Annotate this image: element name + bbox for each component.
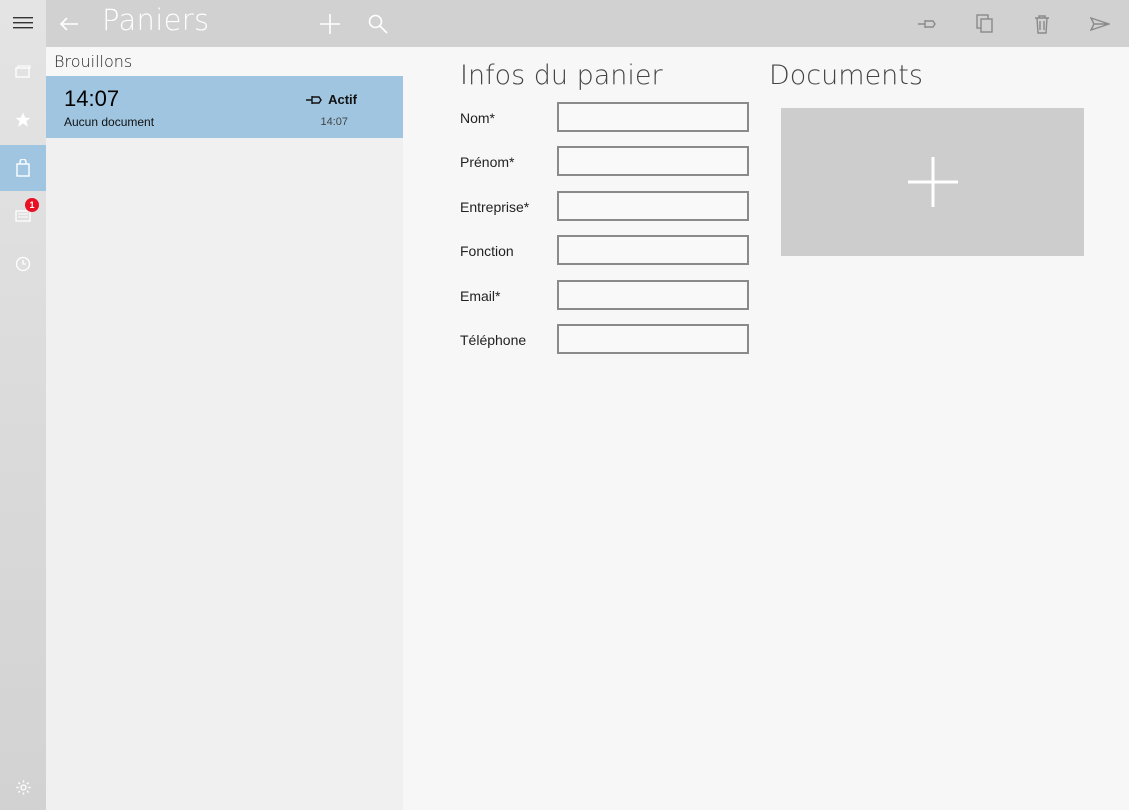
- search-icon: [368, 14, 388, 34]
- top-bar: Paniers: [46, 0, 1129, 47]
- first-name-label: Prénom*: [460, 154, 515, 170]
- trash-icon: [1035, 14, 1049, 34]
- star-icon: [15, 112, 31, 127]
- phone-input[interactable]: [557, 324, 749, 354]
- list-item[interactable]: 14:07 Aucun document Actif 14:07: [46, 76, 403, 138]
- basket-status: Actif: [306, 92, 357, 107]
- email-label: Email*: [460, 288, 501, 304]
- rail-item-history[interactable]: [0, 241, 46, 287]
- last-name-input[interactable]: [557, 102, 749, 132]
- navigation-rail: 1: [0, 0, 46, 810]
- phone-label: Téléphone: [460, 332, 527, 348]
- company-label: Entreprise*: [460, 199, 530, 215]
- notification-badge: 1: [25, 198, 39, 212]
- add-document-button[interactable]: [781, 108, 1084, 256]
- cards-icon: [15, 65, 31, 78]
- basket-modified-time: 14:07: [320, 116, 348, 128]
- plus-icon: [320, 13, 340, 34]
- shopping-bag-icon: [16, 159, 30, 177]
- email-input[interactable]: [557, 280, 749, 310]
- rail-item-baskets[interactable]: [0, 145, 46, 191]
- basket-document-count: Aucun document: [64, 115, 155, 129]
- basket-info-title: Infos du panier: [460, 60, 663, 91]
- back-arrow-icon: [59, 16, 78, 31]
- delete-button[interactable]: [1028, 0, 1056, 47]
- basket-time: 14:07: [64, 86, 120, 111]
- copy-button[interactable]: [971, 0, 999, 47]
- rail-item-messages[interactable]: 1: [0, 193, 46, 239]
- settings-button[interactable]: [0, 764, 46, 810]
- search-button[interactable]: [364, 0, 392, 47]
- group-header-drafts: Brouillons: [46, 47, 403, 76]
- basket-list-pane: Brouillons 14:07 Aucun document Actif 14…: [46, 47, 403, 810]
- clock-icon: [15, 256, 31, 272]
- hamburger-icon: [13, 17, 33, 29]
- menu-button[interactable]: [0, 0, 46, 46]
- job-title-label: Fonction: [460, 243, 514, 259]
- pin-button[interactable]: [914, 0, 942, 47]
- plus-icon: [907, 157, 958, 207]
- last-name-label: Nom*: [460, 110, 496, 126]
- send-button[interactable]: [1086, 0, 1114, 47]
- copy-icon: [976, 13, 993, 33]
- gear-icon: [15, 779, 31, 795]
- send-icon: [1090, 16, 1110, 31]
- rail-item-catalog[interactable]: [0, 49, 46, 95]
- pin-icon: [306, 95, 322, 104]
- back-button[interactable]: [52, 0, 86, 47]
- company-input[interactable]: [557, 191, 749, 221]
- add-basket-button[interactable]: [316, 0, 344, 47]
- documents-title: Documents: [769, 60, 923, 91]
- pin-icon: [918, 19, 936, 28]
- first-name-input[interactable]: [557, 146, 749, 176]
- page-title: Paniers: [102, 3, 210, 37]
- job-title-input[interactable]: [557, 235, 749, 265]
- rail-item-favorites[interactable]: [0, 97, 46, 143]
- status-label: Actif: [328, 92, 357, 107]
